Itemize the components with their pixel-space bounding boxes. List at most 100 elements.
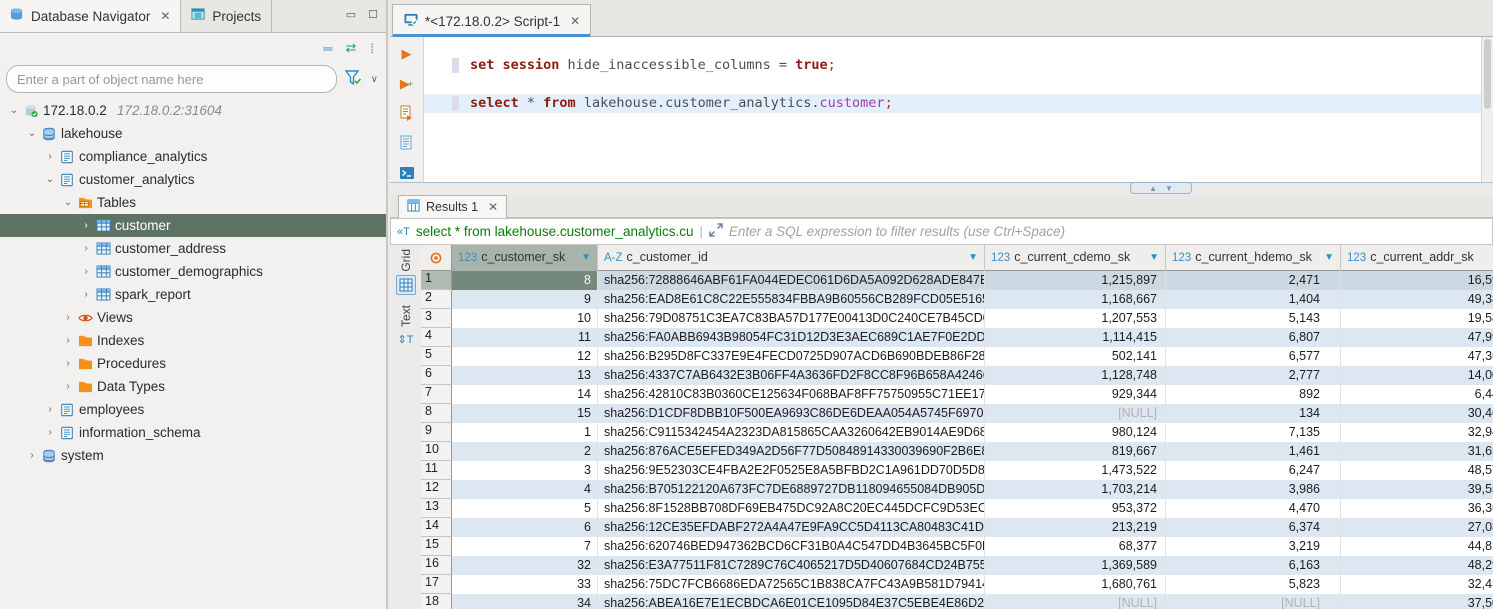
editor-results-splitter[interactable]: ▲ ▼ <box>390 182 1493 195</box>
column-header-c_customer_sk[interactable]: 123c_customer_sk▼ <box>452 245 598 271</box>
expand-arrow-icon[interactable]: › <box>42 151 58 162</box>
tree-item-lakehouse[interactable]: ⌄lakehouse <box>0 122 386 145</box>
row-number[interactable]: 5 <box>421 347 452 366</box>
cell-c_customer_sk[interactable]: 13 <box>452 366 598 385</box>
cell-c_customer_id[interactable]: sha256:9E52303CE4FBA2E2F0525E8A5BFBD2C1A… <box>598 461 985 480</box>
expand-filter-icon[interactable] <box>709 223 723 240</box>
cell-c_current_cdemo_sk[interactable]: 502,141 <box>985 347 1166 366</box>
column-menu-icon[interactable]: ▼ <box>581 245 591 270</box>
cell-c_current_hdemo_sk[interactable]: 6,163 <box>1166 556 1341 575</box>
tree-item-customer-address[interactable]: ›customer_address <box>0 237 386 260</box>
tree-item-spark-report[interactable]: ›spark_report <box>0 283 386 306</box>
cell-c_customer_sk[interactable]: 34 <box>452 594 598 609</box>
row-number[interactable]: 16 <box>421 556 452 575</box>
collapse-arrow-icon[interactable]: ⌄ <box>6 105 22 116</box>
cell-c_customer_id[interactable]: sha256:FA0ABB6943B98054FC31D12D3E3AEC689… <box>598 328 985 347</box>
cell-c_current_addr_sk[interactable]: 36,36 <box>1341 499 1493 518</box>
cell-c_customer_id[interactable]: sha256:12CE35EFDABF272A4A47E9FA9CC5D4113… <box>598 518 985 537</box>
results-filter-bar[interactable]: «T select * from lakehouse.customer_anal… <box>390 218 1493 245</box>
row-number[interactable]: 11 <box>421 461 452 480</box>
cell-c_customer_id[interactable]: sha256:ABEA16E7E1ECBDCA6E01CE1095D84E37C… <box>598 594 985 609</box>
cell-c_customer_sk[interactable]: 8 <box>452 271 598 290</box>
tab-sql-script[interactable]: *<172.18.0.2> Script-1 ✕ <box>392 4 591 37</box>
cell-c_current_hdemo_sk[interactable]: [NULL] <box>1166 594 1341 609</box>
collapse-arrow-icon[interactable]: ⌄ <box>60 197 76 208</box>
cell-c_current_cdemo_sk[interactable]: 213,219 <box>985 518 1166 537</box>
cell-c_current_hdemo_sk[interactable]: 7,135 <box>1166 423 1341 442</box>
row-number[interactable]: 17 <box>421 575 452 594</box>
cell-c_current_cdemo_sk[interactable]: 929,344 <box>985 385 1166 404</box>
row-number[interactable]: 13 <box>421 499 452 518</box>
collapse-arrow-icon[interactable]: ⌄ <box>24 128 40 139</box>
cell-c_customer_sk[interactable]: 14 <box>452 385 598 404</box>
cell-c_current_addr_sk[interactable]: 48,57 <box>1341 461 1493 480</box>
cell-c_customer_id[interactable]: sha256:C9115342454A2323DA815865CAA326064… <box>598 423 985 442</box>
row-number[interactable]: 18 <box>421 594 452 609</box>
presentation-tab-grid[interactable]: Grid <box>396 249 416 295</box>
object-search-input[interactable] <box>17 72 326 87</box>
cell-c_customer_id[interactable]: sha256:B705122120A673FC7DE6889727DB11809… <box>598 480 985 499</box>
cell-c_current_addr_sk[interactable]: 32,43 <box>1341 575 1493 594</box>
column-menu-icon[interactable]: ▼ <box>968 245 978 270</box>
tree-item-employees[interactable]: ›employees <box>0 398 386 421</box>
collapse-all-icon[interactable]: ═ <box>323 41 331 56</box>
row-number[interactable]: 9 <box>421 423 452 442</box>
row-number[interactable]: 15 <box>421 537 452 556</box>
cell-c_customer_id[interactable]: sha256:D1CDF8DBB10F500EA9693C86DE6DEAA05… <box>598 404 985 423</box>
cell-c_customer_id[interactable]: sha256:79D08751C3EA7C83BA57D177E00413D0C… <box>598 309 985 328</box>
cell-c_current_hdemo_sk[interactable]: 6,807 <box>1166 328 1341 347</box>
cell-c_customer_id[interactable]: sha256:620746BED947362BCD6CF31B0A4C547DD… <box>598 537 985 556</box>
tree-item-customer-analytics[interactable]: ⌄customer_analytics <box>0 168 386 191</box>
cell-c_current_cdemo_sk[interactable]: 1,207,553 <box>985 309 1166 328</box>
object-search-box[interactable] <box>6 65 337 93</box>
row-number[interactable]: 2 <box>421 290 452 309</box>
execute-new-tab-icon[interactable]: ▶+ <box>397 75 417 94</box>
expand-arrow-icon[interactable]: › <box>60 358 76 369</box>
row-number[interactable]: 1 <box>421 271 452 290</box>
row-number[interactable]: 3 <box>421 309 452 328</box>
expand-arrow-icon[interactable]: › <box>60 335 76 346</box>
link-editor-icon[interactable]: ⇄ <box>345 40 356 56</box>
cell-c_current_hdemo_sk[interactable]: 134 <box>1166 404 1341 423</box>
splitter-arrows[interactable]: ▲ ▼ <box>1130 182 1192 194</box>
collapse-arrow-icon[interactable]: ⌄ <box>42 174 58 185</box>
cell-c_current_hdemo_sk[interactable]: 2,471 <box>1166 271 1341 290</box>
result-grid[interactable]: 123c_customer_sk▼A-Zc_customer_id▼123c_c… <box>421 245 1493 609</box>
cell-c_current_hdemo_sk[interactable]: 3,986 <box>1166 480 1341 499</box>
close-icon[interactable]: ✕ <box>570 14 580 28</box>
maximize-results-icon[interactable]: ▼ <box>1165 184 1173 193</box>
cell-c_current_hdemo_sk[interactable]: 892 <box>1166 385 1341 404</box>
cell-c_current_hdemo_sk[interactable]: 5,823 <box>1166 575 1341 594</box>
expand-arrow-icon[interactable]: › <box>78 220 94 231</box>
cell-c_current_addr_sk[interactable]: 49,38 <box>1341 290 1493 309</box>
cell-c_current_addr_sk[interactable]: 48,29 <box>1341 556 1493 575</box>
cell-c_current_addr_sk[interactable]: 31,65 <box>1341 442 1493 461</box>
cell-c_customer_sk[interactable]: 2 <box>452 442 598 461</box>
execute-script-icon[interactable] <box>397 104 417 123</box>
cell-c_customer_sk[interactable]: 6 <box>452 518 598 537</box>
cell-c_customer_sk[interactable]: 32 <box>452 556 598 575</box>
tree-item-views[interactable]: ›Views <box>0 306 386 329</box>
sql-console-icon[interactable] <box>397 163 417 182</box>
cell-c_customer_id[interactable]: sha256:EAD8E61C8C22E555834FBBA9B60556CB2… <box>598 290 985 309</box>
expand-arrow-icon[interactable]: › <box>78 289 94 300</box>
cell-c_current_addr_sk[interactable]: 37,50 <box>1341 594 1493 609</box>
explain-plan-icon[interactable] <box>397 134 417 153</box>
cell-c_customer_sk[interactable]: 4 <box>452 480 598 499</box>
tree-item-information-schema[interactable]: ›information_schema <box>0 421 386 444</box>
cell-c_current_addr_sk[interactable]: 30,46 <box>1341 404 1493 423</box>
cell-c_customer_id[interactable]: sha256:E3A77511F81C7289C76C4065217D5D406… <box>598 556 985 575</box>
cell-c_current_addr_sk[interactable]: 16,59 <box>1341 271 1493 290</box>
cell-c_current_cdemo_sk[interactable]: 1,369,589 <box>985 556 1166 575</box>
expand-arrow-icon[interactable]: › <box>60 312 76 323</box>
cell-c_customer_sk[interactable]: 3 <box>452 461 598 480</box>
expand-arrow-icon[interactable]: › <box>78 266 94 277</box>
cell-c_customer_id[interactable]: sha256:B295D8FC337E9E4FECD0725D907ACD6B6… <box>598 347 985 366</box>
cell-c_current_hdemo_sk[interactable]: 3,219 <box>1166 537 1341 556</box>
cell-c_customer_id[interactable]: sha256:8F1528BB708DF69EB475DC92A8C20EC44… <box>598 499 985 518</box>
minimize-icon[interactable]: ▭ <box>346 8 356 21</box>
editor-scrollbar[interactable] <box>1481 37 1493 182</box>
cell-c_current_cdemo_sk[interactable]: [NULL] <box>985 594 1166 609</box>
column-header-c_current_addr_sk[interactable]: 123c_current_addr_sk▼ <box>1341 245 1493 271</box>
cell-c_customer_sk[interactable]: 10 <box>452 309 598 328</box>
